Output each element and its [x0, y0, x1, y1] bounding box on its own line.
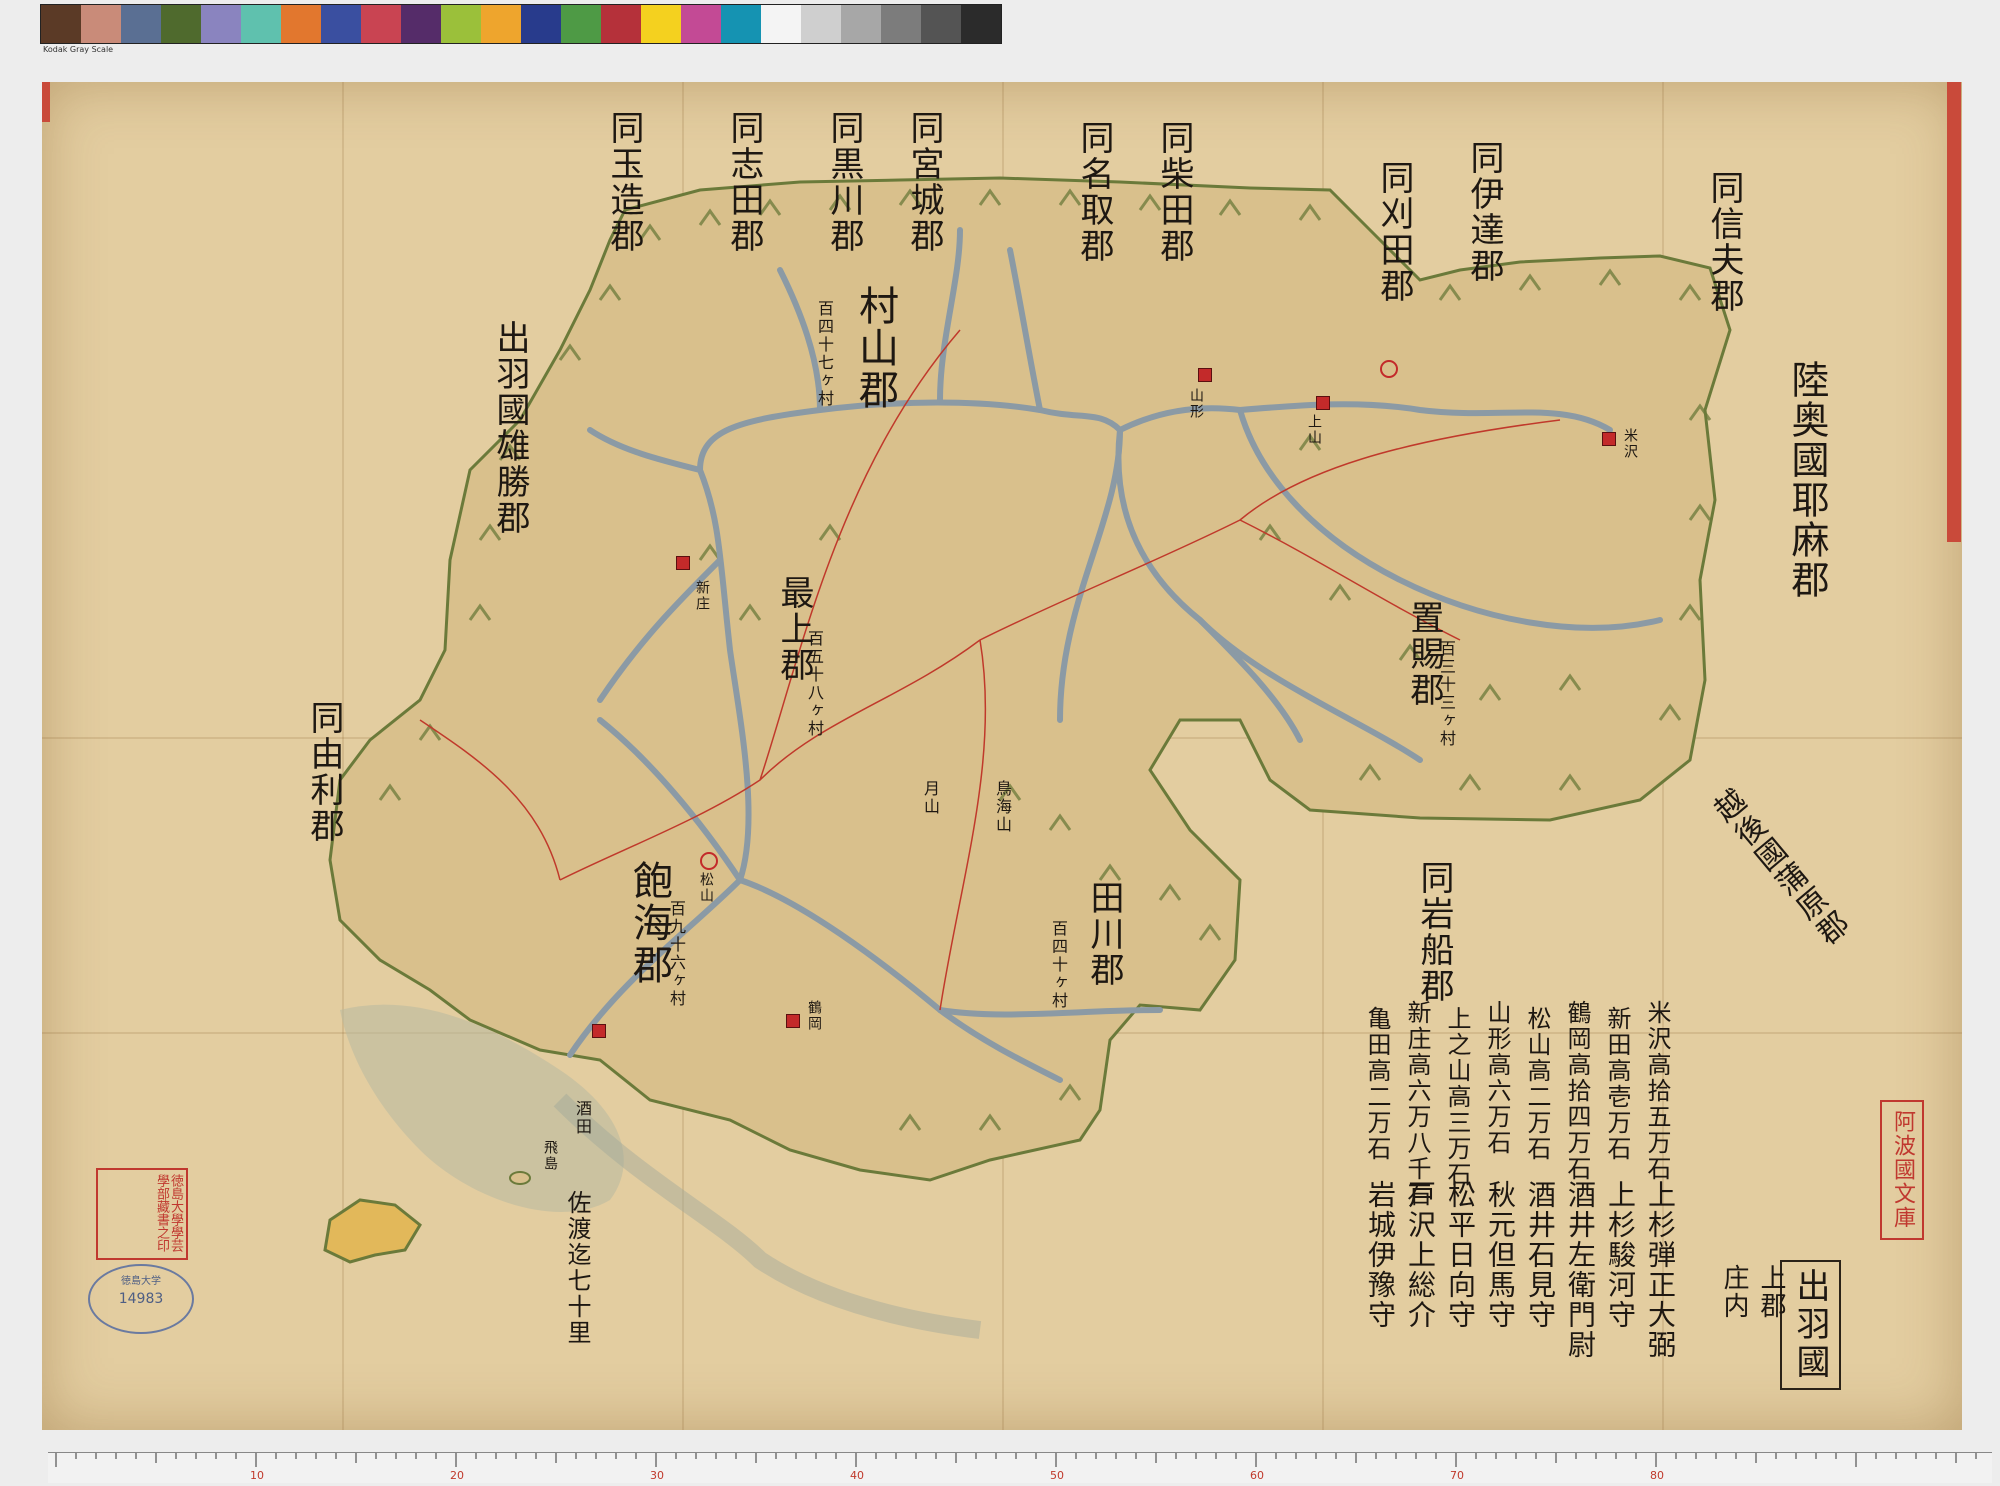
- lord-name: 戸沢上総介: [1404, 1180, 1437, 1330]
- neighbor-label-shida: 同志田郡: [724, 110, 764, 254]
- district-count-tagawa: 百四十ヶ村: [1049, 920, 1068, 1010]
- sado-island: [323, 1198, 422, 1264]
- place-label-matsuyama: 松山: [698, 872, 714, 904]
- lord-domain-koku: 山形高六万石: [1483, 1000, 1511, 1156]
- lord-name: 酒井左衛門尉: [1564, 1180, 1597, 1360]
- district-label-murayama: 村山郡: [852, 285, 898, 411]
- district-count-okitama: 百三十三ヶ村: [1437, 640, 1456, 748]
- ruler-number: 30: [650, 1469, 664, 1482]
- ruler-number: 80: [1650, 1469, 1664, 1482]
- neighbor-label-katta: 同刈田郡: [1374, 160, 1414, 304]
- seal-tokushima-library: 徳島大學學芸學部藏書之印: [96, 1168, 188, 1260]
- oval-stamp-number: 14983: [118, 1291, 164, 1307]
- map-subtitle: 上郡 庄内: [1719, 1264, 1786, 1320]
- ruler-number: 50: [1050, 1469, 1064, 1482]
- district-label-tagawa: 田川郡: [1084, 880, 1124, 988]
- castle-marker-sakata: [592, 1024, 606, 1038]
- lord-domain-koku: 松山高二万石: [1523, 1006, 1551, 1162]
- place-label-sakata: 酒田: [573, 1100, 592, 1136]
- lord-domain-koku: 上之山高三万石: [1443, 1006, 1471, 1188]
- neighbor-label-miyagi: 同宮城郡: [904, 110, 944, 254]
- place-label-yamagata: 山形: [1188, 388, 1204, 420]
- place-label-gassan: 月山: [921, 780, 940, 816]
- castle-marker-kaminoyama: [1316, 396, 1330, 410]
- ruler-number: 60: [1250, 1469, 1264, 1482]
- neighbor-label-iwafune: 同岩船郡: [1414, 860, 1454, 1004]
- measurement-ruler: 10 20 30 40 50 60 70 80: [48, 1452, 1992, 1483]
- lord-name: 秋元但馬守: [1484, 1180, 1517, 1330]
- lord-domain-koku: 米沢高拾五万石: [1643, 1000, 1671, 1182]
- lord-domain-koku: 新田高壱万石: [1603, 1006, 1631, 1162]
- district-count-akumi: 百九十六ヶ村: [667, 900, 686, 1008]
- town-marker: [1380, 360, 1398, 378]
- neighbor-label-yuri: 同由利郡: [304, 700, 344, 844]
- seal-awa-bunko: 阿波國文庫: [1880, 1100, 1924, 1240]
- neighbor-label-date: 同伊達郡: [1464, 140, 1504, 284]
- castle-marker-yamagata: [1198, 368, 1212, 382]
- ruler-number: 20: [450, 1469, 464, 1482]
- ruler-ticks: 10 20 30 40 50 60 70 80: [55, 1453, 1977, 1482]
- oval-stamp-title: 徳島大学: [121, 1276, 161, 1287]
- lord-name: 酒井石見守: [1524, 1180, 1557, 1330]
- lord-domain-koku: 亀田高二万石: [1363, 1006, 1391, 1162]
- place-label-chokai: 鳥海山: [993, 780, 1012, 834]
- seal-oval-stamp: 徳島大学 14983: [88, 1264, 194, 1334]
- place-label-sado-distance: 佐渡迄七十里: [563, 1190, 591, 1346]
- district-count-murayama: 百四十七ヶ村: [815, 300, 834, 408]
- district-count-mogami: 百五十八ヶ村: [805, 630, 824, 738]
- place-label-yonezawa: 米沢: [1622, 428, 1638, 460]
- lord-name: 上杉駿河守: [1604, 1180, 1637, 1330]
- place-label-tsuruoka: 鶴岡: [806, 1000, 822, 1032]
- castle-marker-yonezawa: [1602, 432, 1616, 446]
- lord-name: 岩城伊豫守: [1364, 1180, 1397, 1330]
- tobishima-island: [509, 1171, 531, 1185]
- lord-domain-koku: 鶴岡高拾四万石: [1563, 1000, 1591, 1182]
- lord-name: 松平日向守: [1444, 1180, 1477, 1330]
- neighbor-label-ogachi: 出羽國雄勝郡: [490, 320, 530, 536]
- place-label-kaminoyama: 上山: [1306, 414, 1322, 446]
- place-label-shinjo: 新庄: [694, 580, 710, 612]
- ruler-number: 70: [1450, 1469, 1464, 1482]
- lord-name: 上杉弾正大弼: [1644, 1180, 1677, 1360]
- lord-domain-koku: 新庄高六万八千石: [1403, 1000, 1431, 1208]
- place-label-tobishima: 飛島: [542, 1140, 558, 1172]
- neighbor-label-kurokawa: 同黒川郡: [824, 110, 864, 254]
- neighbor-label-tamatsukuri: 同玉造郡: [604, 110, 644, 254]
- neighbor-label-shinobu: 同信夫郡: [1704, 170, 1744, 314]
- castle-marker-tsuruoka: [786, 1014, 800, 1028]
- ruler-number: 40: [850, 1469, 864, 1482]
- neighbor-label-natori: 同名取郡: [1074, 120, 1114, 264]
- castle-marker-shinjo: [676, 556, 690, 570]
- town-marker-matsuyama: [700, 852, 718, 870]
- neighbor-label-yama: 陸奥國耶麻郡: [1785, 360, 1829, 600]
- ruler-number: 10: [250, 1469, 264, 1482]
- neighbor-label-shibata: 同柴田郡: [1154, 120, 1194, 264]
